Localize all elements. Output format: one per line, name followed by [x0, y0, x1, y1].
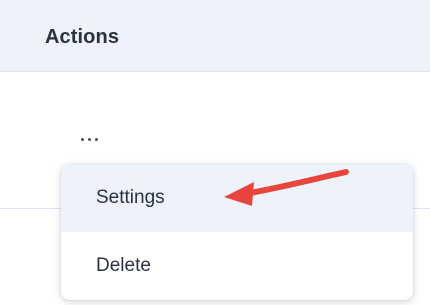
menu-item-delete[interactable]: Delete: [61, 232, 413, 300]
more-actions-button[interactable]: [62, 124, 116, 154]
menu-item-delete-label: Delete: [96, 255, 151, 276]
menu-item-settings-label: Settings: [96, 187, 165, 208]
ellipsis-horizontal-icon: [79, 137, 100, 141]
actions-column-header: Actions: [45, 26, 120, 48]
menu-item-settings[interactable]: Settings: [61, 164, 413, 232]
actions-dropdown-menu: Settings Delete: [61, 164, 413, 300]
table-header: Actions: [0, 0, 430, 72]
